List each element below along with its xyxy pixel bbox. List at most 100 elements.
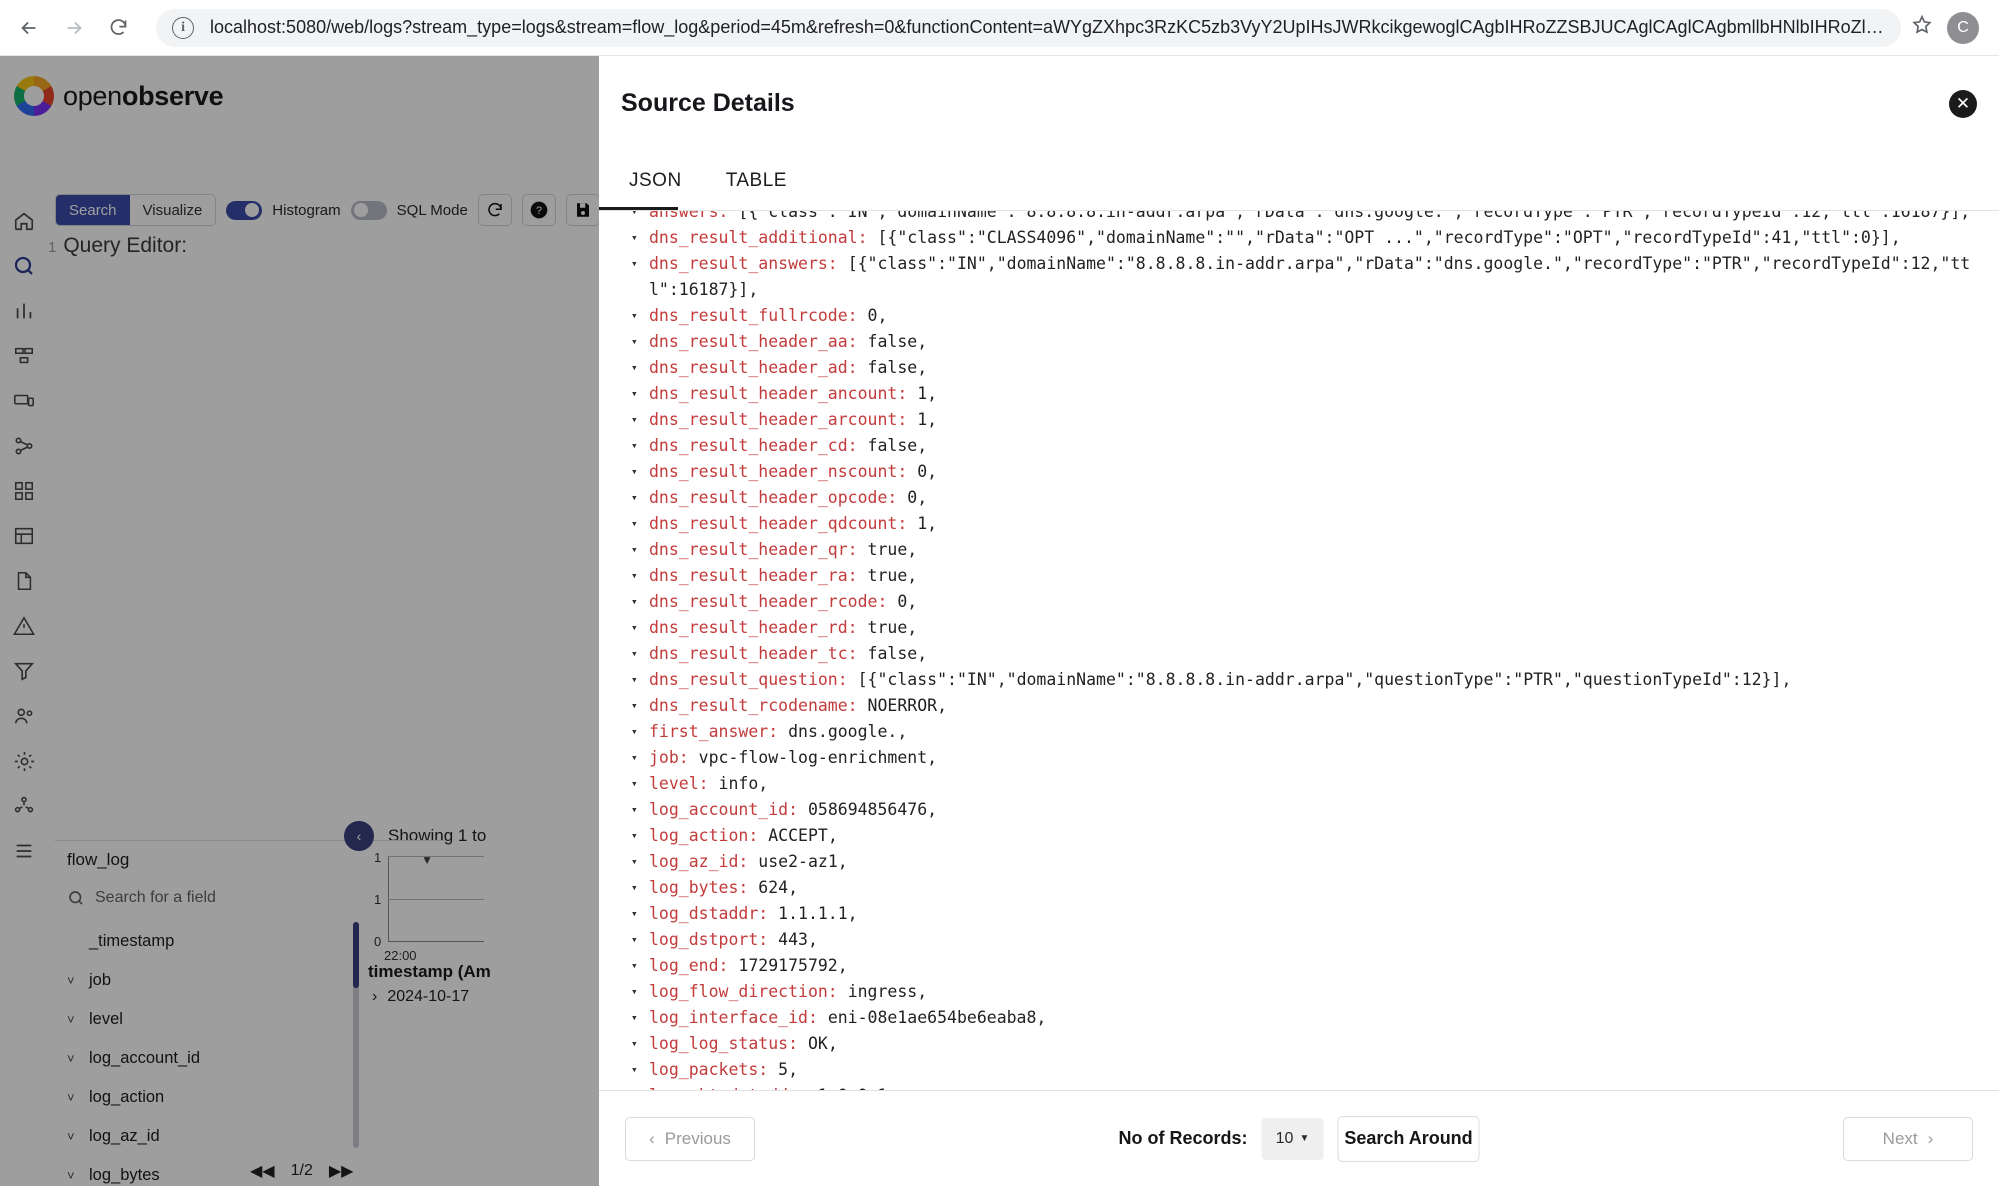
json-row[interactable]: ▾first_answer: dns.google., [615,719,1977,745]
caret-down-icon[interactable]: ▾ [631,979,638,1005]
caret-down-icon[interactable]: ▾ [631,797,638,823]
caret-down-icon[interactable]: ▾ [631,225,638,251]
caret-down-icon[interactable]: ▾ [631,927,638,953]
json-key: log_flow_direction: [649,982,848,1001]
json-row[interactable]: ▾dns_result_header_tc: false, [615,641,1977,667]
caret-down-icon[interactable]: ▾ [631,1031,638,1057]
json-row[interactable]: ▾level: info, [615,771,1977,797]
caret-down-icon[interactable]: ▾ [631,667,638,693]
json-row[interactable]: ▾dns_result_header_aa: false, [615,329,1977,355]
json-row[interactable]: ▾dns_result_additional: [{"class":"CLASS… [615,225,1977,251]
json-row[interactable]: ▾dns_result_header_opcode: 0, [615,485,1977,511]
close-icon[interactable]: ✕ [1949,90,1977,118]
caret-down-icon[interactable]: ▾ [631,329,638,355]
json-row[interactable]: ▾dns_result_header_ra: true, [615,563,1977,589]
caret-down-icon[interactable]: ▾ [631,745,638,771]
json-row[interactable]: ▾answers: [{"class":"IN","domainName":"8… [615,211,1977,225]
caret-down-icon[interactable]: ▾ [631,849,638,875]
json-value: vpc-flow-log-enrichment, [699,748,937,767]
json-value: 0, [897,592,917,611]
caret-down-icon[interactable]: ▾ [631,719,638,745]
json-row[interactable]: ▾log_flow_direction: ingress, [615,979,1977,1005]
json-row[interactable]: ▾dns_result_rcodename: NOERROR, [615,693,1977,719]
json-value: dns.google., [788,722,907,741]
json-row[interactable]: ▾dns_result_header_nscount: 0, [615,459,1977,485]
caret-down-icon[interactable]: ▾ [631,355,638,381]
records-select[interactable]: 10 ▼ [1262,1118,1324,1160]
json-row[interactable]: ▾log_account_id: 058694856476, [615,797,1977,823]
json-row[interactable]: ▾log_dstaddr: 1.1.1.1, [615,901,1977,927]
next-label: Next [1883,1129,1918,1149]
json-row[interactable]: ▾log_bytes: 624, [615,875,1977,901]
caret-down-icon[interactable]: ▾ [631,1083,638,1090]
json-row[interactable]: ▾job: vpc-flow-log-enrichment, [615,745,1977,771]
caret-down-icon[interactable]: ▾ [631,381,638,407]
caret-down-icon[interactable]: ▾ [631,407,638,433]
json-row[interactable]: ▾dns_result_fullrcode: 0, [615,303,1977,329]
caret-down-icon[interactable]: ▾ [631,563,638,589]
caret-down-icon[interactable]: ▾ [631,1005,638,1031]
json-value: ACCEPT, [768,826,838,845]
next-button[interactable]: Next › [1843,1117,1973,1161]
browser-toolbar: i localhost:5080/web/logs?stream_type=lo… [0,0,1999,56]
caret-down-icon[interactable]: ▾ [631,693,638,719]
json-value: true, [868,618,918,637]
json-rows-container[interactable]: ▾answers: [{"class":"IN","domainName":"8… [615,211,1977,1090]
json-row[interactable]: ▾dns_result_header_qdcount: 1, [615,511,1977,537]
json-row[interactable]: ▾dns_result_header_rd: true, [615,615,1977,641]
json-row[interactable]: ▾log_dstport: 443, [615,927,1977,953]
json-row[interactable]: ▾dns_result_header_rcode: 0, [615,589,1977,615]
search-around-button[interactable]: Search Around [1338,1116,1480,1162]
json-row[interactable]: ▾log_end: 1729175792, [615,953,1977,979]
star-icon[interactable] [1911,14,1933,41]
json-row[interactable]: ▾dns_result_header_ad: false, [615,355,1977,381]
json-key: level: [649,774,719,793]
forward-arrow-icon[interactable] [59,9,90,47]
tab-table[interactable]: TABLE [704,151,809,211]
chevron-down-icon: ▼ [1299,1133,1309,1144]
caret-down-icon[interactable]: ▾ [631,953,638,979]
json-row[interactable]: ▾log_log_status: OK, [615,1031,1977,1057]
previous-button[interactable]: ‹ Previous [625,1117,755,1161]
json-row[interactable]: ▾dns_result_header_arcount: 1, [615,407,1977,433]
caret-down-icon[interactable]: ▾ [631,771,638,797]
json-row[interactable]: ▾dns_result_question: [{"class":"IN","do… [615,667,1977,693]
address-bar[interactable]: i localhost:5080/web/logs?stream_type=lo… [156,9,1901,47]
caret-down-icon[interactable]: ▾ [631,303,638,329]
json-value: false, [868,644,928,663]
tab-json[interactable]: JSON [621,151,704,211]
json-row[interactable]: ▾dns_result_header_cd: false, [615,433,1977,459]
caret-down-icon[interactable]: ▾ [631,641,638,667]
json-row[interactable]: ▾log_az_id: use2-az1, [615,849,1977,875]
json-row[interactable]: ▾log_pkt_dstaddr: 1.0.0.1, [615,1083,1977,1090]
json-key: dns_result_header_qdcount: [649,514,917,533]
info-icon[interactable]: i [172,17,194,39]
json-value: 1, [917,410,937,429]
caret-down-icon[interactable]: ▾ [631,433,638,459]
caret-down-icon[interactable]: ▾ [631,1057,638,1083]
json-row[interactable]: ▾dns_result_header_qr: true, [615,537,1977,563]
caret-down-icon[interactable]: ▾ [631,589,638,615]
back-arrow-icon[interactable] [14,9,45,47]
caret-down-icon[interactable]: ▾ [631,901,638,927]
caret-down-icon[interactable]: ▾ [631,251,638,277]
json-key: dns_result_rcodename: [649,696,868,715]
caret-down-icon[interactable]: ▾ [631,823,638,849]
caret-down-icon[interactable]: ▾ [631,485,638,511]
json-row[interactable]: ▾log_packets: 5, [615,1057,1977,1083]
caret-down-icon[interactable]: ▾ [631,211,638,225]
caret-down-icon[interactable]: ▾ [631,459,638,485]
json-value: true, [868,540,918,559]
caret-down-icon[interactable]: ▾ [631,537,638,563]
json-row[interactable]: ▾dns_result_answers: [{"class":"IN","dom… [615,251,1977,303]
records-label: No of Records: [1118,1128,1247,1149]
avatar[interactable]: C [1947,12,1979,44]
url-text: localhost:5080/web/logs?stream_type=logs… [210,17,1885,38]
json-row[interactable]: ▾log_interface_id: eni-08e1ae654be6eaba8… [615,1005,1977,1031]
caret-down-icon[interactable]: ▾ [631,511,638,537]
json-row[interactable]: ▾log_action: ACCEPT, [615,823,1977,849]
json-row[interactable]: ▾dns_result_header_ancount: 1, [615,381,1977,407]
reload-icon[interactable] [103,9,134,47]
caret-down-icon[interactable]: ▾ [631,875,638,901]
caret-down-icon[interactable]: ▾ [631,615,638,641]
